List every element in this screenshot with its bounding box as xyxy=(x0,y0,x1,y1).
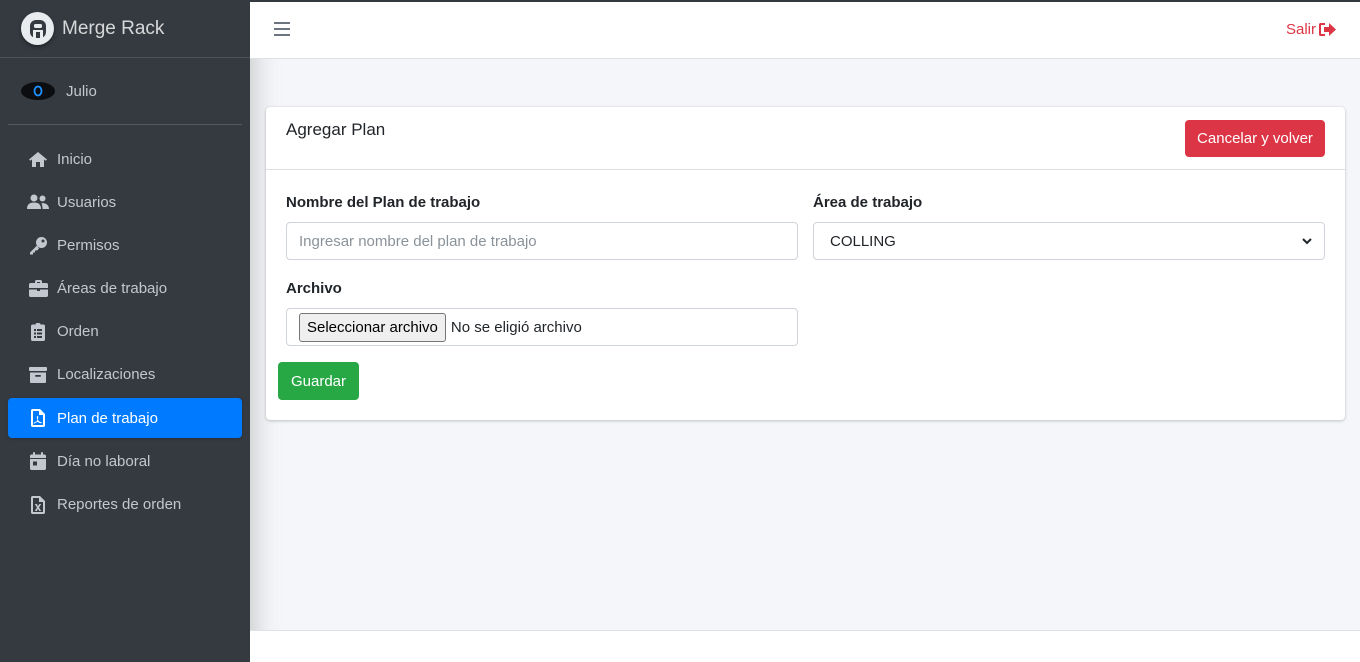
sidebar-item-dia-no-laboral[interactable]: Día no laboral xyxy=(8,441,242,481)
work-area-selected-value: COLLING xyxy=(830,232,896,250)
user-panel[interactable]: Julio xyxy=(8,58,242,125)
file-status: No se eligió archivo xyxy=(450,318,582,336)
sidebar-item-label: Inicio xyxy=(57,150,93,168)
card-header: Agregar Plan Cancelar y volver xyxy=(266,107,1345,170)
chevron-down-icon xyxy=(1302,237,1312,244)
sidebar-item-areas[interactable]: Áreas de trabajo xyxy=(8,269,242,309)
sidebar-item-localizaciones[interactable]: Localizaciones xyxy=(8,355,242,395)
save-button[interactable]: Guardar xyxy=(278,362,359,400)
sidebar-item-inicio[interactable]: Inicio xyxy=(8,139,242,179)
plan-name-label: Nombre del Plan de trabajo xyxy=(286,194,481,211)
sidebar-item-orden[interactable]: Orden xyxy=(8,312,242,352)
footer xyxy=(250,630,1360,662)
brand-link[interactable]: Merge Rack xyxy=(0,0,250,58)
sidebar-item-label: Permisos xyxy=(57,236,120,254)
menu-toggle-icon[interactable] xyxy=(274,22,290,36)
calendar-icon xyxy=(27,451,49,471)
work-area-select[interactable]: COLLING xyxy=(813,222,1325,260)
sidebar-nav: Inicio Usuarios Permisos Áreas de trabaj… xyxy=(0,139,250,525)
plan-name-input[interactable] xyxy=(286,222,798,260)
sidebar-item-label: Día no laboral xyxy=(57,452,151,470)
sidebar-item-label: Orden xyxy=(57,323,99,341)
file-input[interactable]: Seleccionar archivo No se eligió archivo xyxy=(286,308,798,346)
work-area-label: Área de trabajo xyxy=(813,194,923,211)
sidebar-item-label: Reportes de orden xyxy=(57,496,182,513)
user-name: Julio xyxy=(66,82,97,100)
brand-logo-icon xyxy=(21,12,54,45)
users-icon xyxy=(27,192,49,212)
file-pdf-icon xyxy=(27,408,49,428)
sidebar-item-label: Localizaciones xyxy=(57,366,156,384)
key-icon xyxy=(27,235,49,255)
cancel-and-return-button[interactable]: Cancelar y volver xyxy=(1185,120,1325,157)
top-navbar: Salir xyxy=(250,0,1360,59)
logout-label: Salir xyxy=(1285,21,1316,38)
briefcase-icon xyxy=(27,279,49,299)
logout-link[interactable]: Salir xyxy=(1286,21,1336,38)
home-icon xyxy=(27,149,49,169)
sidebar-item-usuarios[interactable]: Usuarios xyxy=(8,182,242,222)
sidebar-item-plan-de-trabajo[interactable]: Plan de trabajo xyxy=(8,398,242,439)
file-excel-icon xyxy=(27,495,49,515)
choose-file-button[interactable]: Seleccionar archivo xyxy=(299,312,446,342)
sidebar-item-permisos[interactable]: Permisos xyxy=(8,225,242,265)
clipboard-list-icon xyxy=(27,322,49,342)
file-label: Archivo xyxy=(286,280,342,297)
sidebar-item-label: Plan de trabajo xyxy=(57,409,158,427)
sign-out-icon xyxy=(1319,23,1336,36)
brand-name: Merge Rack xyxy=(62,17,165,39)
sidebar-item-reportes-de-orden[interactable]: Reportes de orden xyxy=(8,485,242,525)
add-plan-card: Agregar Plan Cancelar y volver Nombre de… xyxy=(266,107,1345,420)
archive-icon xyxy=(27,365,49,385)
card-title: Agregar Plan xyxy=(286,120,386,139)
sidebar-item-label: Usuarios xyxy=(57,193,117,211)
sidebar: Merge Rack Julio Inicio Usuarios Permiso… xyxy=(0,0,250,662)
sidebar-item-label: Áreas de trabajo xyxy=(57,280,168,298)
avatar xyxy=(21,82,55,100)
